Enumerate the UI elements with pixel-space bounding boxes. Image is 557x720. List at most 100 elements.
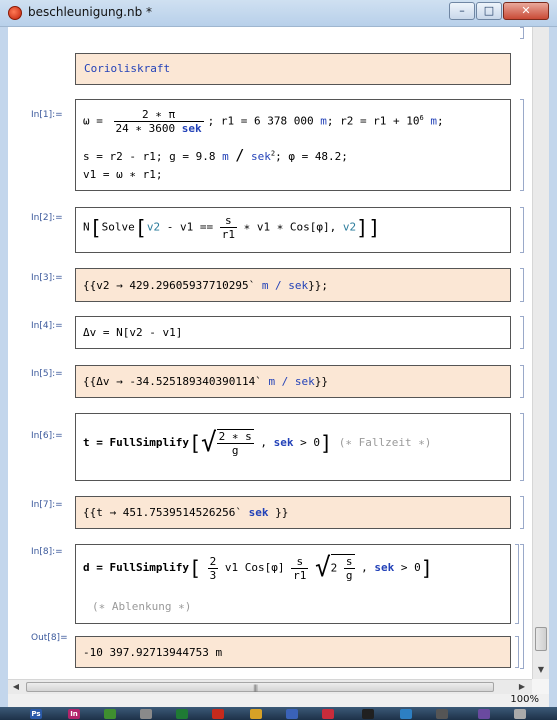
fraction-den: g [345, 568, 353, 582]
den-text: 24 ∗ 3600 [115, 122, 176, 135]
mathematica-app-icon [8, 6, 22, 20]
excel-icon[interactable] [176, 709, 188, 719]
input-cell-8[interactable]: d = FullSimplify[ 23 v1 Cos[φ] s r1 √2 sg… [75, 544, 511, 624]
horizontal-scrollbar[interactable]: ◀ ||| ▶ [8, 679, 532, 694]
input-label: In[6]:= [31, 431, 63, 441]
line-v1: v1 = ω ∗ r1; [83, 168, 163, 181]
zoom-level[interactable]: 100% [510, 694, 539, 705]
fraction: sg [343, 554, 355, 582]
rest-a: ; r1 = 6 378 000 [207, 114, 314, 128]
input-label: In[7]:= [31, 500, 63, 510]
fraction: 2 ∗ π 24 ∗ 3600 sek [113, 108, 204, 135]
cell-bracket[interactable] [520, 268, 524, 302]
minimize-button[interactable]: – [449, 2, 475, 20]
scroll-down-icon[interactable]: ▼ [534, 663, 548, 677]
comment-ablenkung: (∗ Ablenkung ∗) [92, 600, 192, 613]
comment-fallzeit: (∗ Fallzeit ∗) [338, 436, 432, 449]
input-cell-6[interactable]: t = FullSimplify[√ 2 ∗ sg , sek > 0] (∗ F… [75, 413, 511, 481]
app-icon[interactable] [104, 709, 116, 719]
cell-bracket[interactable] [520, 496, 524, 529]
delta-v-expression: Δv = N[v2 - v1] [83, 326, 183, 339]
scroll-thumb[interactable]: ||| [26, 682, 494, 692]
app-icon[interactable] [322, 709, 334, 719]
window-frame-left [0, 27, 8, 707]
input-cell-7[interactable]: {{t → 451.7539514526256` sek }} [75, 496, 511, 529]
fraction-num: s [343, 554, 355, 569]
cell-bracket[interactable] [515, 636, 519, 668]
n-func: N [83, 220, 90, 234]
app-icon[interactable] [400, 709, 412, 719]
line-s-g: N s = r2 - r1; g = 9.8 m / sek2; φ = 48.… [83, 146, 348, 164]
comma: , [260, 436, 268, 449]
group-bracket[interactable] [520, 544, 524, 669]
cell-bracket[interactable] [520, 316, 524, 349]
scroll-right-icon[interactable]: ▶ [516, 682, 528, 692]
taskbar: Ps In [0, 707, 557, 720]
rule-t: {{t → 451.7539514526256` sek }} [83, 506, 288, 519]
input-label: In[2]:= [31, 213, 63, 223]
input-label: In[1]:= [31, 110, 63, 120]
mathematica-icon[interactable] [212, 709, 224, 719]
solve-expression: N[Solve[v2 - v1 == s r1 ∗ v1 ∗ Cos[φ], v2… [83, 214, 381, 241]
exponent: 6 [419, 113, 424, 122]
rule-delta-v: {{Δv → -34.525189340390114` m / sek}} [83, 375, 328, 388]
rest-c: ; [437, 114, 444, 128]
app-icon[interactable] [362, 709, 374, 719]
sqrt-coef: 2 [330, 561, 338, 574]
input-cell-5[interactable]: {{Δv → -34.525189340390114` m / sek}} [75, 365, 511, 398]
fraction-num: s [291, 555, 309, 569]
input-cell-2[interactable]: N[Solve[v2 - v1 == s r1 ∗ v1 ∗ Cos[φ], v2… [75, 207, 511, 253]
photoshop-icon[interactable]: Ps [30, 709, 42, 719]
maximize-button[interactable]: □ [476, 2, 502, 20]
app-icon[interactable] [140, 709, 152, 719]
cell-bracket[interactable] [520, 99, 524, 191]
slash: / [235, 146, 245, 164]
cos-term: v1 Cos[φ] [224, 561, 285, 574]
app-icon[interactable] [514, 709, 526, 719]
fraction-den: 24 ∗ 3600 sek [114, 122, 204, 135]
window-title: beschleunigung.nb * [28, 5, 153, 19]
input-cell-3[interactable]: {{v2 → 429.29605937710295` m / sek}}; [75, 268, 511, 302]
condition: > 0 [300, 436, 321, 449]
fraction-num: 2 ∗ π [113, 108, 204, 122]
vertical-scrollbar[interactable]: ▼ [532, 27, 549, 679]
scroll-left-icon[interactable]: ◀ [10, 682, 22, 692]
cell-bracket[interactable] [520, 207, 524, 253]
fraction-num: 2 ∗ s [216, 430, 254, 444]
app-icon[interactable] [250, 709, 262, 719]
output-cell-8[interactable]: -10 397.92713944753 m [75, 636, 511, 668]
cell-bracket[interactable] [515, 544, 519, 624]
input-label: In[5]:= [31, 369, 63, 379]
text-a: {{t → 451.7539514526256` [83, 506, 242, 519]
app-icon[interactable] [436, 709, 448, 719]
text-b: }} [314, 375, 329, 388]
input-label: In[3]:= [31, 273, 63, 283]
fraction-den: g [231, 444, 239, 457]
ablenkung-expression: d = FullSimplify[ 23 v1 Cos[φ] s r1 √2 sg… [83, 553, 433, 583]
cell-bracket[interactable] [520, 365, 524, 398]
var-v2: v2 [146, 220, 161, 234]
status-bar: 100% [8, 694, 549, 707]
close-button[interactable]: ✕ [503, 2, 549, 20]
text-b: }} [275, 506, 289, 519]
input-cell-4[interactable]: Δv = N[v2 - v1] [75, 316, 511, 349]
cell-bracket[interactable] [520, 27, 524, 39]
scroll-thumb[interactable] [535, 627, 547, 651]
notebook-area[interactable]: Corioliskraft In[1]:= ω = 2 ∗ π 24 ∗ 360… [8, 27, 532, 679]
fraction: s r1 [219, 214, 237, 241]
fraction-den: r1 [293, 568, 307, 582]
cell-bracket[interactable] [520, 413, 524, 481]
window-frame-right [549, 27, 557, 707]
unit-m: m [320, 114, 327, 128]
app-icon[interactable] [286, 709, 298, 719]
indesign-icon[interactable]: In [68, 709, 80, 719]
comma: , [361, 561, 368, 574]
unit-sek: sek [374, 561, 395, 574]
input-cell-1[interactable]: ω = 2 ∗ π 24 ∗ 3600 sek ; r1 = 6 378 000… [75, 99, 511, 191]
section-cell[interactable]: Corioliskraft [75, 53, 511, 85]
fraction-den: 3 [209, 568, 217, 582]
fraction-num: s [219, 214, 237, 228]
result-value: -10 397.92713944753 m [83, 646, 223, 659]
section-title: Corioliskraft [84, 62, 171, 75]
app-icon[interactable] [478, 709, 490, 719]
